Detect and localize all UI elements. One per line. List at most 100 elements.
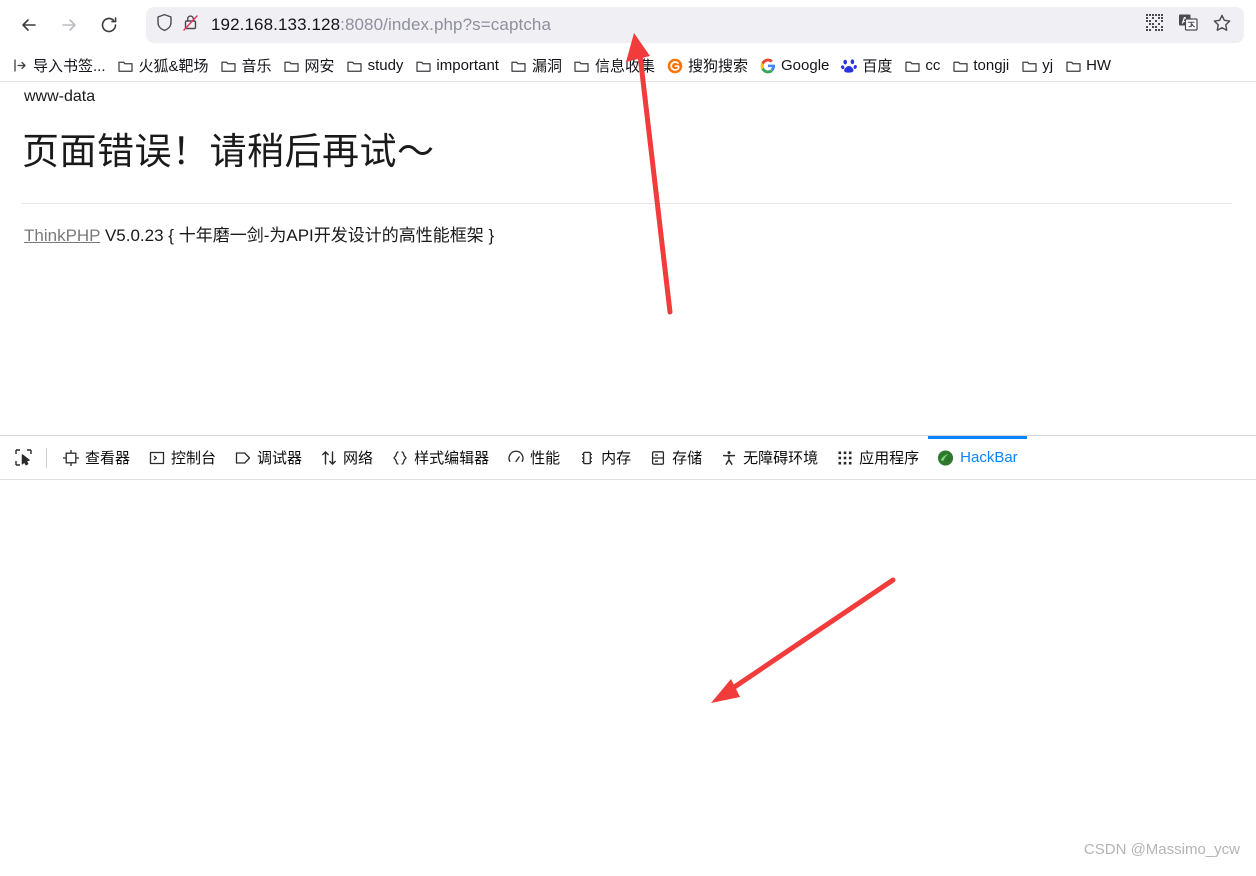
tab-inspector[interactable]: 查看器 [53,436,139,479]
folder-icon [574,58,590,74]
address-bar-url[interactable]: 192.168.133.128:8080/index.php?s=captcha [211,15,1145,35]
tab-label: 存储 [672,450,703,467]
address-bar[interactable]: 192.168.133.128:8080/index.php?s=captcha [146,7,1244,43]
folder-icon [1021,58,1037,74]
memory-icon [578,449,595,466]
folder-icon [118,58,134,74]
framework-info: ThinkPHP V5.0.23 { 十年磨一剑-为API开发设计的高性能框架 … [24,221,494,246]
devtools-tabbar: 查看器 控制台 调试器 网络 样式编辑器 性能 内存 存储 无障碍环境 应用程序… [0,436,1256,480]
tab-label: 性能 [530,450,561,467]
watermark: CSDN @Massimo_ycw [1083,841,1240,858]
tab-label: 样式编辑器 [414,450,490,467]
tab-network[interactable]: 网络 [311,436,382,479]
bookmark-import[interactable]: 导入书签... [6,52,112,79]
bookmark-label: yj [1042,57,1054,74]
tab-debugger[interactable]: 调试器 [225,436,311,479]
bookmark-label: 百度 [862,58,893,75]
element-picker-icon[interactable] [6,442,40,474]
folder-icon [1065,58,1081,74]
storage-icon [649,449,666,466]
qr-code-icon[interactable] [1145,13,1164,37]
bookmark-label: cc [925,57,941,74]
style-editor-icon [391,449,408,466]
bookmark-folder-1[interactable]: 火狐&靶场 [112,52,215,79]
thinkphp-link[interactable]: ThinkPHP [24,226,100,245]
bookmark-label: HW [1086,57,1112,74]
tab-label: HackBar [960,449,1018,466]
folder-icon [221,58,237,74]
tab-label: 应用程序 [859,450,920,467]
bookmark-label: tongji [973,57,1010,74]
bookmark-label: study [367,57,404,74]
bookmark-label: 导入书签... [33,58,106,75]
url-host: 192.168.133.128 [211,15,341,34]
tab-hackbar[interactable]: HackBar [928,436,1027,479]
bookmark-folder-5[interactable]: important [409,54,505,77]
tab-label: 网络 [343,450,374,467]
bookmark-folder-7[interactable]: 信息收集 [568,52,661,79]
browser-window: 192.168.133.128:8080/index.php?s=captcha [0,0,1256,876]
tab-style-editor[interactable]: 样式编辑器 [382,436,498,479]
command-output: www-data [24,88,96,105]
page-title: 页面错误！请稍后再试～ [22,131,435,172]
translate-icon[interactable]: A [1178,13,1198,37]
import-bookmarks-icon [12,58,28,74]
bookmark-folder-4[interactable]: study [341,54,410,77]
sogou-icon [667,58,683,74]
application-icon [836,449,853,466]
folder-icon [511,58,527,74]
tab-label: 内存 [601,450,632,467]
folder-icon [284,58,300,74]
tab-application[interactable]: 应用程序 [827,436,928,479]
back-button[interactable] [12,8,46,42]
divider [22,203,1232,204]
bookmark-label: 信息收集 [594,58,655,75]
page-content: www-data 页面错误！请稍后再试～ ThinkPHP V5.0.23 { … [0,83,1256,435]
address-bar-actions: A [1145,13,1234,38]
bookmark-folder-11[interactable]: HW [1059,54,1117,77]
tab-console[interactable]: 控制台 [139,436,225,479]
bookmark-label: important [436,57,499,74]
folder-icon [904,58,920,74]
accessibility-icon [720,449,737,466]
bookmark-label: Google [781,57,830,74]
tab-label: 无障碍环境 [743,450,819,467]
forward-button[interactable] [52,8,86,42]
bookmark-folder-3[interactable]: 网安 [278,52,341,79]
bookmark-google[interactable]: Google [754,54,835,77]
bookmark-folder-6[interactable]: 漏洞 [505,52,568,79]
bookmark-baidu[interactable]: 百度 [835,52,898,79]
folder-icon [415,58,431,74]
performance-icon [507,449,524,466]
baidu-icon [841,58,858,74]
inspector-icon [62,449,79,466]
star-icon[interactable] [1212,13,1232,38]
tab-label: 控制台 [171,450,217,467]
bookmark-folder-10[interactable]: yj [1015,54,1059,77]
tab-storage[interactable]: 存储 [640,436,711,479]
lock-crossed-icon[interactable] [182,13,199,37]
bookmark-folder-8[interactable]: cc [898,54,946,77]
tab-label: 调试器 [257,450,303,467]
framework-slogan: { 十年磨一剑-为API开发设计的高性能框架 } [168,226,495,245]
bookmark-label: 搜狗搜索 [687,58,748,75]
toolbar-separator [46,447,47,468]
shield-icon[interactable] [156,13,173,37]
google-icon [760,58,776,74]
tab-accessibility[interactable]: 无障碍环境 [711,436,827,479]
console-icon [148,449,165,466]
devtools-panel: 查看器 控制台 调试器 网络 样式编辑器 性能 内存 存储 无障碍环境 应用程序… [0,435,1256,876]
hackbar-icon [937,449,954,466]
bookmark-label: 网安 [304,58,335,75]
bookmark-label: 漏洞 [531,58,562,75]
tab-performance[interactable]: 性能 [498,436,569,479]
network-icon [320,449,337,466]
reload-button[interactable] [92,8,126,42]
tab-memory[interactable]: 内存 [569,436,640,479]
bookmark-sogou[interactable]: 搜狗搜索 [661,52,754,79]
bookmark-folder-9[interactable]: tongji [946,54,1015,77]
bookmark-folder-2[interactable]: 音乐 [215,52,278,79]
bookmark-label: 音乐 [241,58,272,75]
folder-icon [952,58,968,74]
browser-chrome: 192.168.133.128:8080/index.php?s=captcha [0,0,1256,50]
